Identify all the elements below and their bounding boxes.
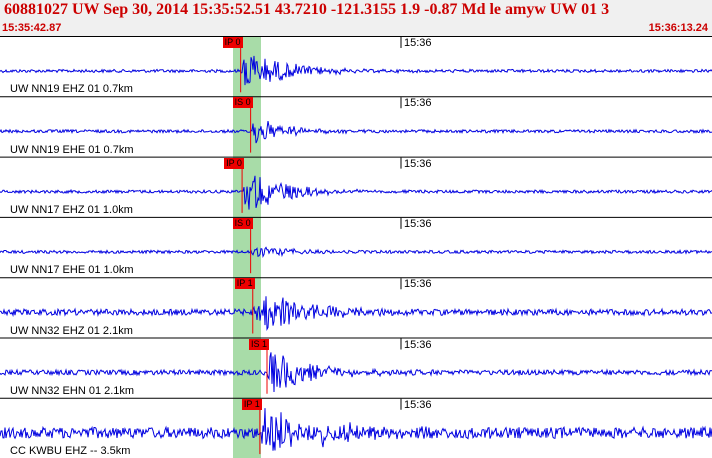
phase-pick-tag[interactable]: IP 0 <box>222 37 243 48</box>
minute-label: 15:36 <box>404 97 432 110</box>
phase-pick-tag[interactable]: IP 0 <box>224 157 244 169</box>
minute-label: 15:36 <box>404 338 432 351</box>
waveform-trace[interactable] <box>0 121 712 144</box>
channel-label: UW NN19 EHZ 01 0.7km <box>10 83 133 96</box>
window-end-time: 15:36:13.24 <box>648 22 708 34</box>
channel-label: CC KWBU EHZ -- 3.5km <box>10 445 131 458</box>
waveform-trace[interactable] <box>0 55 712 86</box>
phase-pick-tag[interactable]: IS 0 <box>232 217 253 229</box>
minute-label: 15:36 <box>404 37 432 49</box>
phase-pick-tag[interactable]: IS 0 <box>232 97 253 109</box>
minute-label: 15:36 <box>404 217 432 230</box>
phase-pick-tag[interactable]: IS 1 <box>249 338 270 350</box>
waveform-trace[interactable] <box>0 246 712 259</box>
channel-label: UW NN17 EHE 01 1.0km <box>10 264 134 277</box>
phase-pick-tag[interactable]: IP 1 <box>234 278 255 290</box>
seismogram-panel[interactable]: IP 0 15:36 UW NN19 EHZ 01 0.7km IS 0 15:36 UW… <box>0 36 712 458</box>
minute-label: 15:36 <box>404 278 432 291</box>
minute-label: 15:36 <box>404 157 432 170</box>
event-title: 60881027 UW Sep 30, 2014 15:35:52.51 43.… <box>4 1 610 18</box>
event-header: 60881027 UW Sep 30, 2014 15:35:52.51 43.… <box>0 0 712 36</box>
channel-label: UW NN32 EHN 01 2.1km <box>10 384 135 397</box>
minute-label: 15:36 <box>404 398 432 411</box>
channel-label: UW NN17 EHZ 01 1.0km <box>10 203 133 216</box>
channel-label: UW NN32 EHZ 01 2.1km <box>10 324 133 337</box>
phase-pick-tag[interactable]: IP 1 <box>241 398 262 410</box>
channel-label: UW NN19 EHE 01 0.7km <box>10 143 134 156</box>
window-start-time: 15:35:42.87 <box>2 22 62 34</box>
